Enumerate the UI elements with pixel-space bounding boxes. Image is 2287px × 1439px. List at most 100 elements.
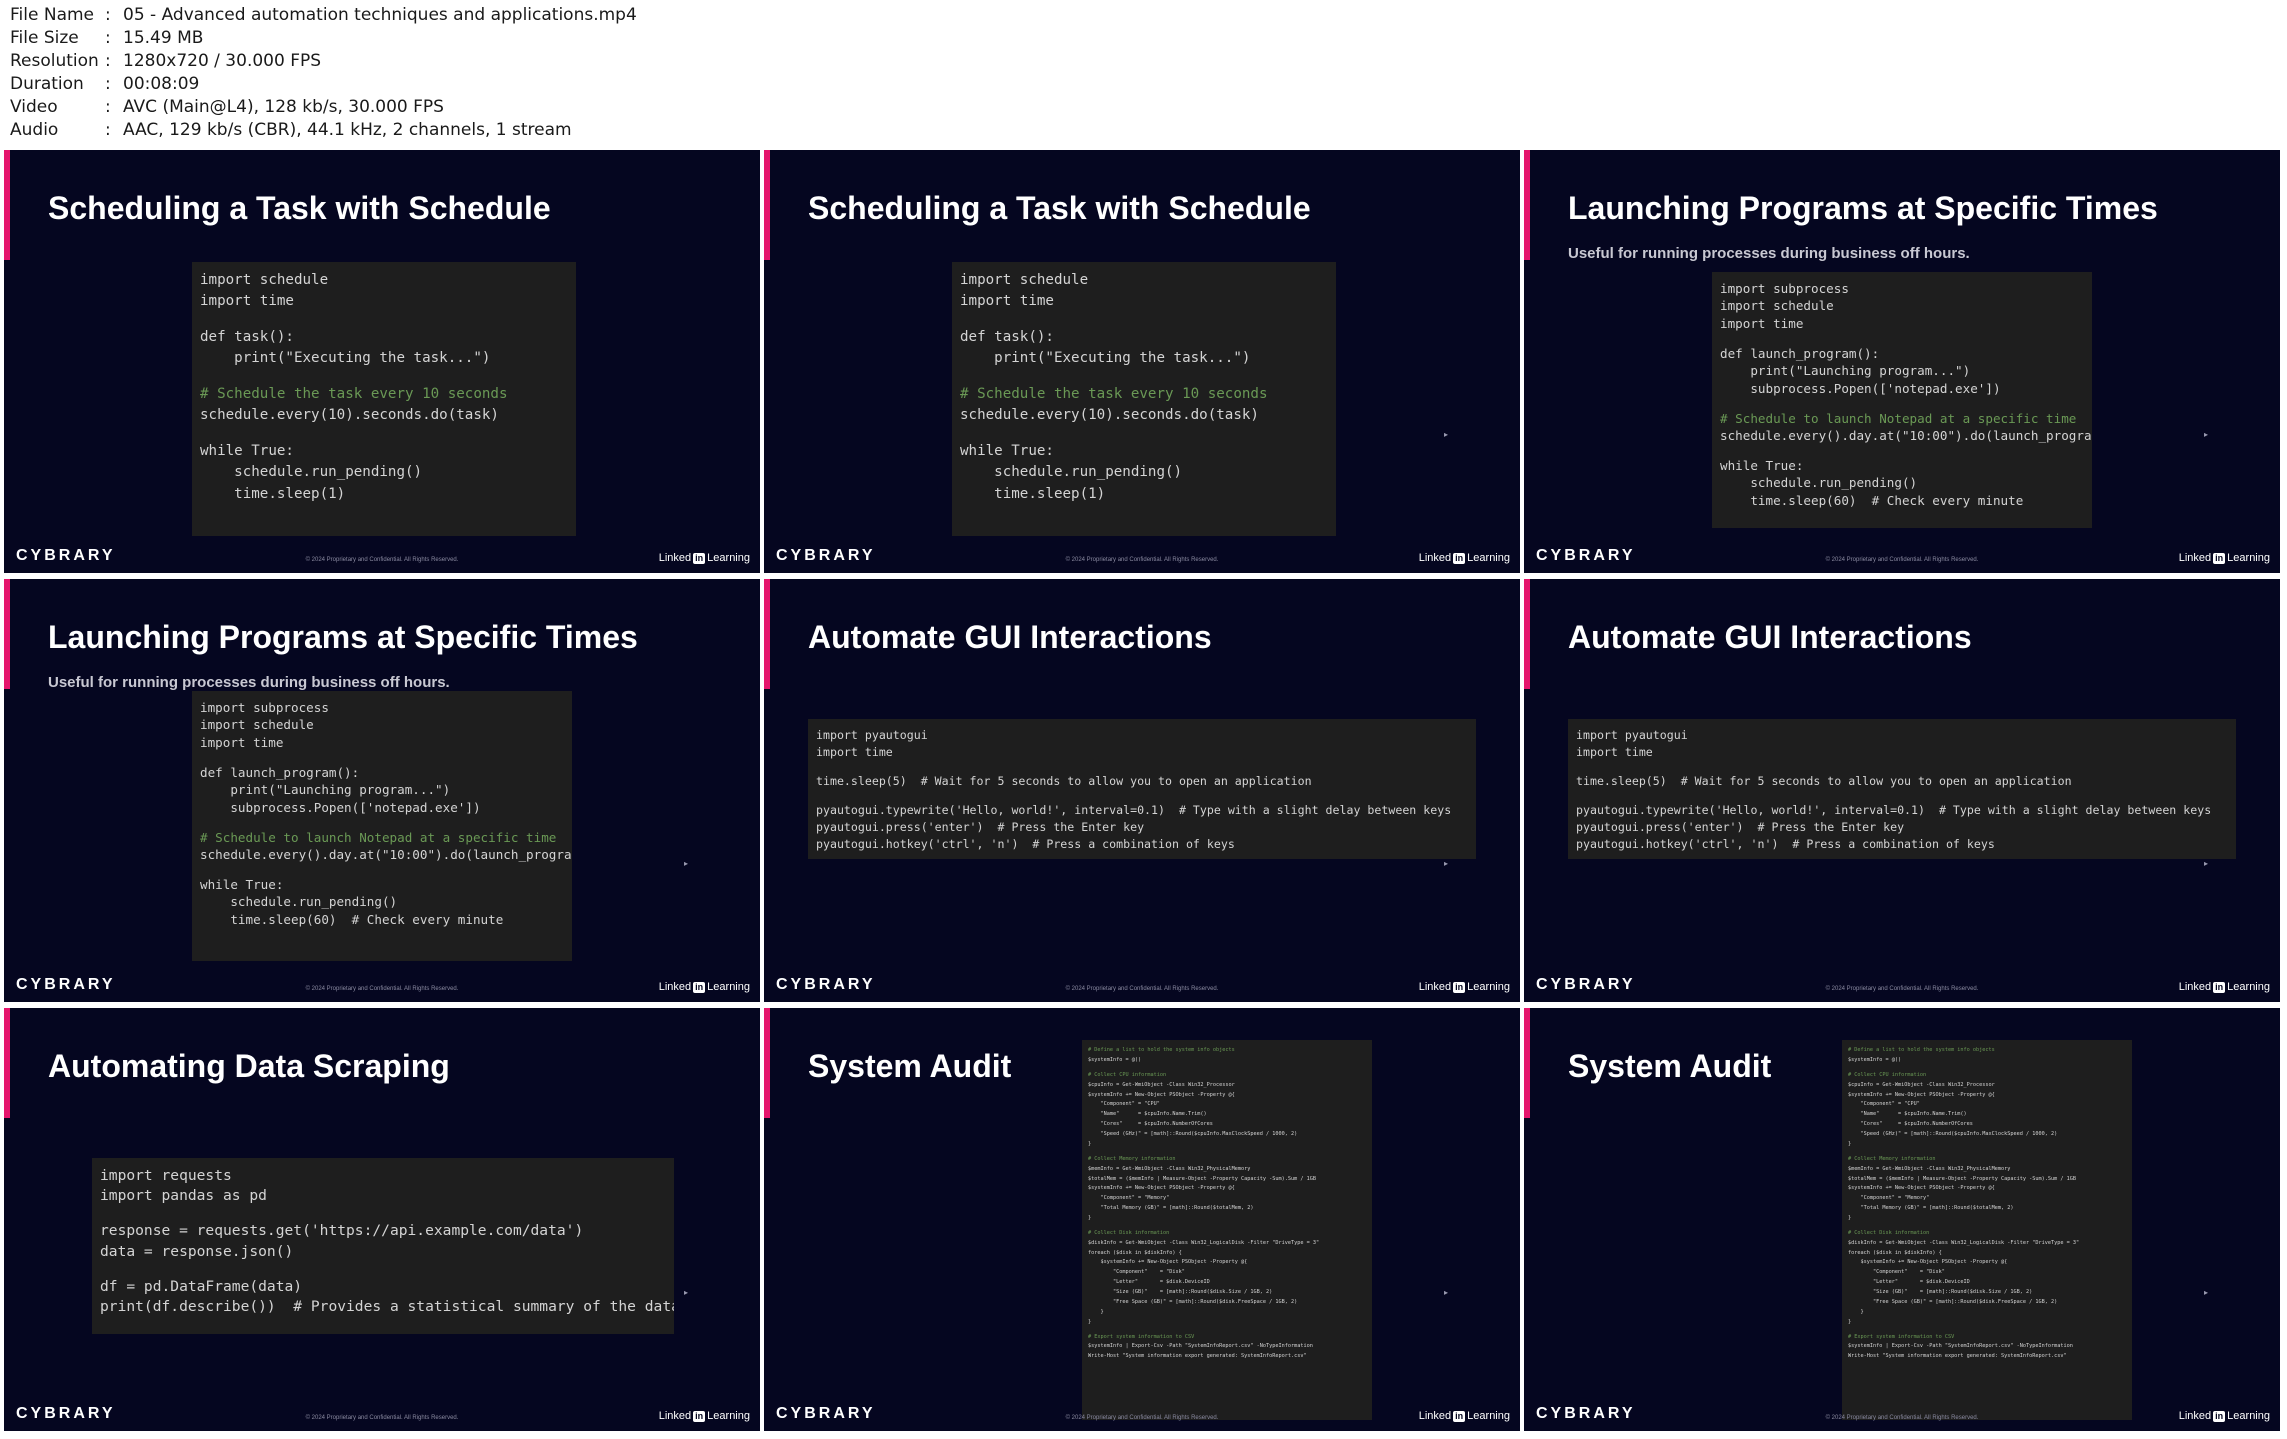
slide-title: Launching Programs at Specific Times xyxy=(1568,190,2158,226)
linkedin-in-icon: in xyxy=(2213,1410,2226,1422)
code-line: time.sleep(5) # Wait for 5 seconds to al… xyxy=(1576,774,2072,788)
code-line: import schedule xyxy=(200,272,329,288)
code-line: time.sleep(1) xyxy=(200,485,346,502)
file-info-value: AVC (Main@L4), 128 kb/s, 30.000 FPS xyxy=(123,97,444,117)
code-block: import requests import pandas as pd respon… xyxy=(92,1158,674,1334)
slide-title: Launching Programs at Specific Times xyxy=(48,619,638,655)
linkedin-word: Linked xyxy=(2178,981,2212,993)
file-info-row: Video: AVC (Main@L4), 128 kb/s, 30.000 FP… xyxy=(10,96,637,119)
file-info-separator: : xyxy=(105,74,111,94)
code-line: # Define a list to hold the system info … xyxy=(1088,1047,1235,1053)
code-line: "Speed (GHz)" = [math]::Round($cpuInfo.M… xyxy=(1848,1130,2058,1137)
code-line: # Schedule to launch Notepad at a specif… xyxy=(200,829,557,845)
code-line: print("Launching program...") xyxy=(1720,363,1971,379)
code-line: schedule.run_pending() xyxy=(960,464,1183,481)
copyright-notice: © 2024 Proprietary and Confidential. All… xyxy=(1825,1415,1979,1421)
code-line: import subprocess xyxy=(200,700,329,715)
code-line: # Schedule the task every 10 seconds xyxy=(960,386,1268,402)
code-line: $systemInfo += New-Object PSObject -Prop… xyxy=(1848,1091,1995,1098)
code-line: data = response.json() xyxy=(100,1242,294,1260)
slide-accent-bar xyxy=(4,1008,10,1118)
code-line: # Collect CPU information xyxy=(1848,1071,1927,1078)
code-line: "Name" = $cpuInfo.Name.Trim() xyxy=(1848,1111,1967,1118)
code-line: $systemInfo = @() xyxy=(1088,1056,1142,1063)
copyright-notice: © 2024 Proprietary and Confidential. All… xyxy=(305,986,459,992)
linkedin-in-icon: in xyxy=(2213,981,2226,993)
code-line: "Letter" = $disk.DeviceID xyxy=(1088,1279,1210,1286)
copyright-notice: © 2024 Proprietary and Confidential. All… xyxy=(1825,557,1979,563)
code-line: df = pd.DataFrame(data) xyxy=(100,1277,303,1295)
slide-thumbnail: System Audit # Define a list to hold the … xyxy=(1524,1008,2280,1431)
code-line: time.sleep(1) xyxy=(960,485,1106,502)
code-line: # Schedule to launch Notepad at a specif… xyxy=(1720,410,2077,426)
code-block: import subprocess import schedule import t… xyxy=(192,691,572,961)
slide-subtitle: Useful for running processes during busi… xyxy=(48,674,450,691)
code-line: Write-Host "System information export ge… xyxy=(1088,1353,1307,1360)
code-block: import subprocess import schedule import t… xyxy=(1712,272,2092,528)
code-line: # Define a list to hold the system info … xyxy=(1848,1047,1995,1053)
slide-title: Automate GUI Interactions xyxy=(808,619,1212,655)
copyright-notice: © 2024 Proprietary and Confidential. All… xyxy=(305,557,459,563)
code-line: "Component" = "CPU" xyxy=(1088,1101,1160,1108)
slide-thumbnail: Scheduling a Task with Schedule import sc… xyxy=(4,150,760,573)
mouse-cursor-icon: ▸ xyxy=(684,859,689,868)
copyright-notice: © 2024 Proprietary and Confidential. All… xyxy=(1065,1415,1219,1421)
linkedin-learning-logo: Linked in Learning xyxy=(2179,981,2270,993)
learning-word: Learning xyxy=(2227,552,2270,564)
file-info-value: 05 - Advanced automation techniques and … xyxy=(123,5,637,25)
code-line: # Collect Memory information xyxy=(1088,1155,1176,1162)
linkedin-in-icon: in xyxy=(693,552,706,564)
file-info-panel: File Name: 05 - Advanced automation techn… xyxy=(10,4,637,142)
code-line: import time xyxy=(200,293,294,310)
mouse-cursor-icon: ▸ xyxy=(1444,430,1449,439)
file-info-key: Resolution xyxy=(10,51,99,71)
code-line: } xyxy=(1848,1140,1852,1147)
mouse-cursor-icon: ▸ xyxy=(684,1288,689,1297)
code-line: $memInfo = Get-WmiObject -Class Win32_Ph… xyxy=(1088,1165,1251,1172)
code-line: "Component" = "Disk" xyxy=(1848,1269,1945,1276)
mouse-cursor-icon: ▸ xyxy=(1444,1288,1449,1297)
linkedin-word: Linked xyxy=(1418,1410,1452,1422)
file-info-key: Audio xyxy=(10,120,59,140)
linkedin-learning-logo: Linked in Learning xyxy=(2179,552,2270,564)
linkedin-in-icon: in xyxy=(693,1410,706,1422)
code-block: # Define a list to hold the system info … xyxy=(1842,1040,2132,1420)
code-line: import time xyxy=(1576,745,1653,760)
code-line: import pyautogui xyxy=(1576,728,1688,742)
code-line: import time xyxy=(960,293,1054,310)
code-line: "Component" = "Memory" xyxy=(1088,1195,1170,1202)
file-info-row: Audio: AAC, 129 kb/s (CBR), 44.1 kHz, 2 c… xyxy=(10,119,637,142)
code-line: while True: xyxy=(200,877,284,893)
code-line: "Component" = "Memory" xyxy=(1848,1195,1930,1202)
code-line: $cpuInfo = Get-WmiObject -Class Win32_Pr… xyxy=(1088,1081,1235,1088)
code-line: "Total Memory (GB)" = [math]::Round($tot… xyxy=(1088,1205,1254,1212)
code-line: $systemInfo += New-Object PSObject -Prop… xyxy=(1088,1091,1235,1098)
code-line: while True: xyxy=(1720,458,1804,474)
code-line: print(df.describe()) # Provides a statis… xyxy=(100,1298,674,1316)
code-line: "Speed (GHz)" = [math]::Round($cpuInfo.M… xyxy=(1088,1130,1298,1137)
code-line: subprocess.Popen(['notepad.exe']) xyxy=(200,799,481,815)
file-info-key: File Name xyxy=(10,5,95,25)
code-block: # Define a list to hold the system info … xyxy=(1082,1040,1372,1420)
slide-accent-bar xyxy=(764,150,770,260)
slide-thumbnail: System Audit # Define a list to hold the … xyxy=(764,1008,1520,1431)
file-info-key: Video xyxy=(10,97,58,117)
code-line: pyautogui.press('enter') # Press the Ent… xyxy=(1576,820,1905,834)
code-line: "Free Space (GB)" = [math]::Round($disk.… xyxy=(1848,1298,2058,1305)
learning-word: Learning xyxy=(1467,552,1510,564)
code-line: } xyxy=(1848,1318,1852,1325)
slide-accent-bar xyxy=(764,1008,770,1118)
code-line: } xyxy=(1088,1318,1092,1325)
code-line: "Size (GB)" = [math]::Round($disk.Size /… xyxy=(1848,1288,2033,1295)
learning-word: Learning xyxy=(707,981,750,993)
code-line: def task(): xyxy=(200,329,294,345)
file-info-value: 1280x720 / 30.000 FPS xyxy=(123,51,322,71)
code-line: print("Launching program...") xyxy=(200,782,451,798)
